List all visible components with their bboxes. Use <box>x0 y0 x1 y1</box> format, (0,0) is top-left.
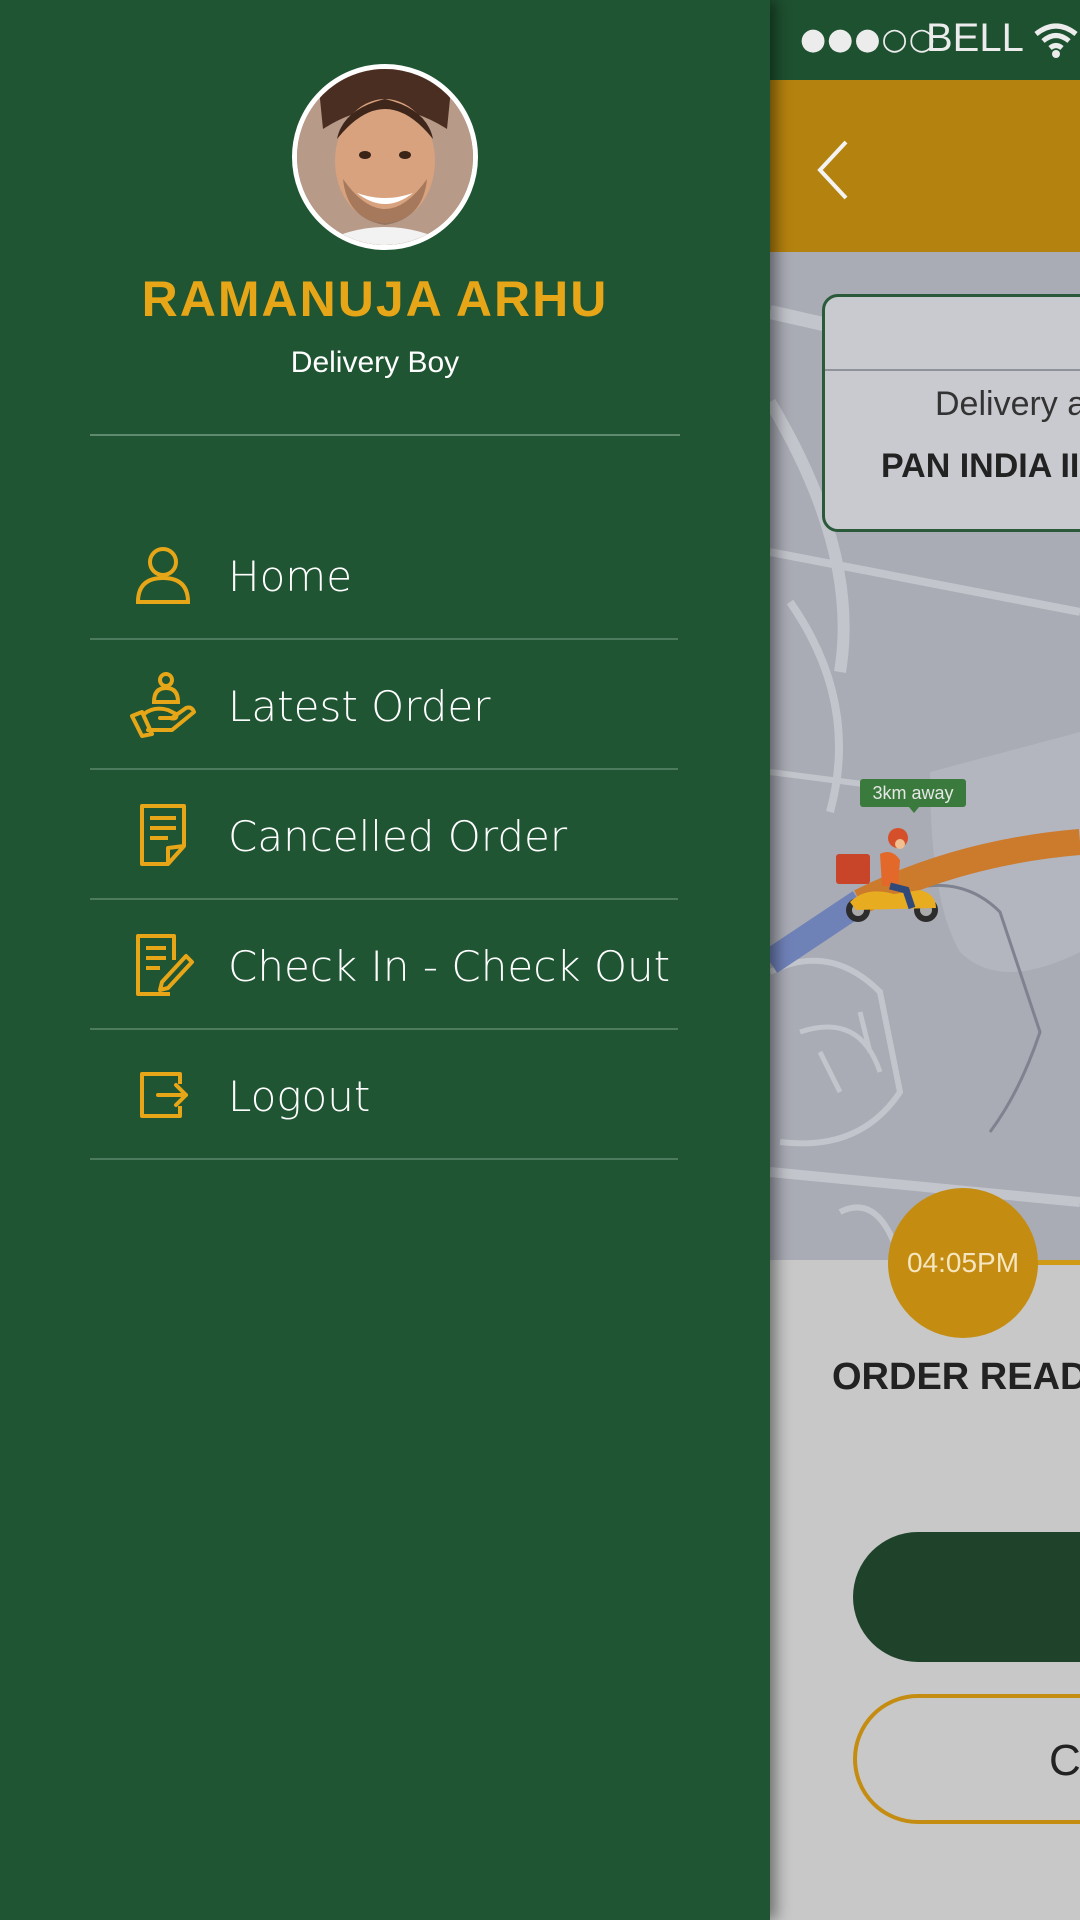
order-status-text: ORDER READY <box>832 1356 1080 1398</box>
drawer-menu: Home Latest Order Cancelled Order Check … <box>90 510 678 1160</box>
card-divider <box>825 369 1080 371</box>
menu-item-label: Logout <box>228 1072 371 1121</box>
wifi-icon <box>1034 23 1078 58</box>
secondary-action-label: C <box>1049 1736 1080 1785</box>
order-time: 04:05PM <box>906 1247 1020 1278</box>
logout-icon <box>140 1072 188 1118</box>
menu-item-latest-order[interactable]: Latest Order <box>90 640 678 770</box>
header-divider <box>90 434 680 436</box>
delivery-rider-icon <box>836 828 938 922</box>
profile-photo <box>297 69 473 245</box>
primary-action-button[interactable] <box>853 1532 1080 1662</box>
menu-item-cancelled-order[interactable]: Cancelled Order <box>90 770 678 900</box>
edit-document-icon <box>136 934 194 996</box>
menu-item-label: Home <box>228 552 353 601</box>
menu-item-home[interactable]: Home <box>90 510 678 640</box>
signal-strength-icon: ●●●○○ <box>800 22 936 57</box>
navigation-drawer: RAMANUJA ARHU Delivery Boy Home Latest O… <box>0 0 770 1920</box>
hand-delivery-icon <box>130 672 196 738</box>
user-name: RAMANUJA ARHU <box>141 271 609 327</box>
delivery-address-value: PAN INDIA II <box>881 447 1080 485</box>
user-icon <box>135 547 191 604</box>
user-role: Delivery Boy <box>290 346 460 379</box>
avatar <box>292 64 478 250</box>
menu-item-label: Latest Order <box>228 682 491 731</box>
delivery-address-label: Delivery a <box>935 385 1080 423</box>
menu-item-logout[interactable]: Logout <box>90 1030 678 1160</box>
secondary-action-button[interactable]: C <box>853 1694 1080 1824</box>
distance-badge: 3km away <box>860 779 966 813</box>
document-icon <box>140 804 186 866</box>
carrier-name: BELL <box>926 16 1024 60</box>
back-arrow-icon[interactable] <box>808 134 864 206</box>
menu-item-label: Check In - Check Out <box>228 942 671 991</box>
delivery-info-card: Delivery a PAN INDIA II <box>822 294 1080 532</box>
menu-item-label: Cancelled Order <box>228 812 568 861</box>
menu-item-check-in-check-out[interactable]: Check In - Check Out <box>90 900 678 1030</box>
order-time-badge: 04:05PM <box>888 1188 1038 1338</box>
